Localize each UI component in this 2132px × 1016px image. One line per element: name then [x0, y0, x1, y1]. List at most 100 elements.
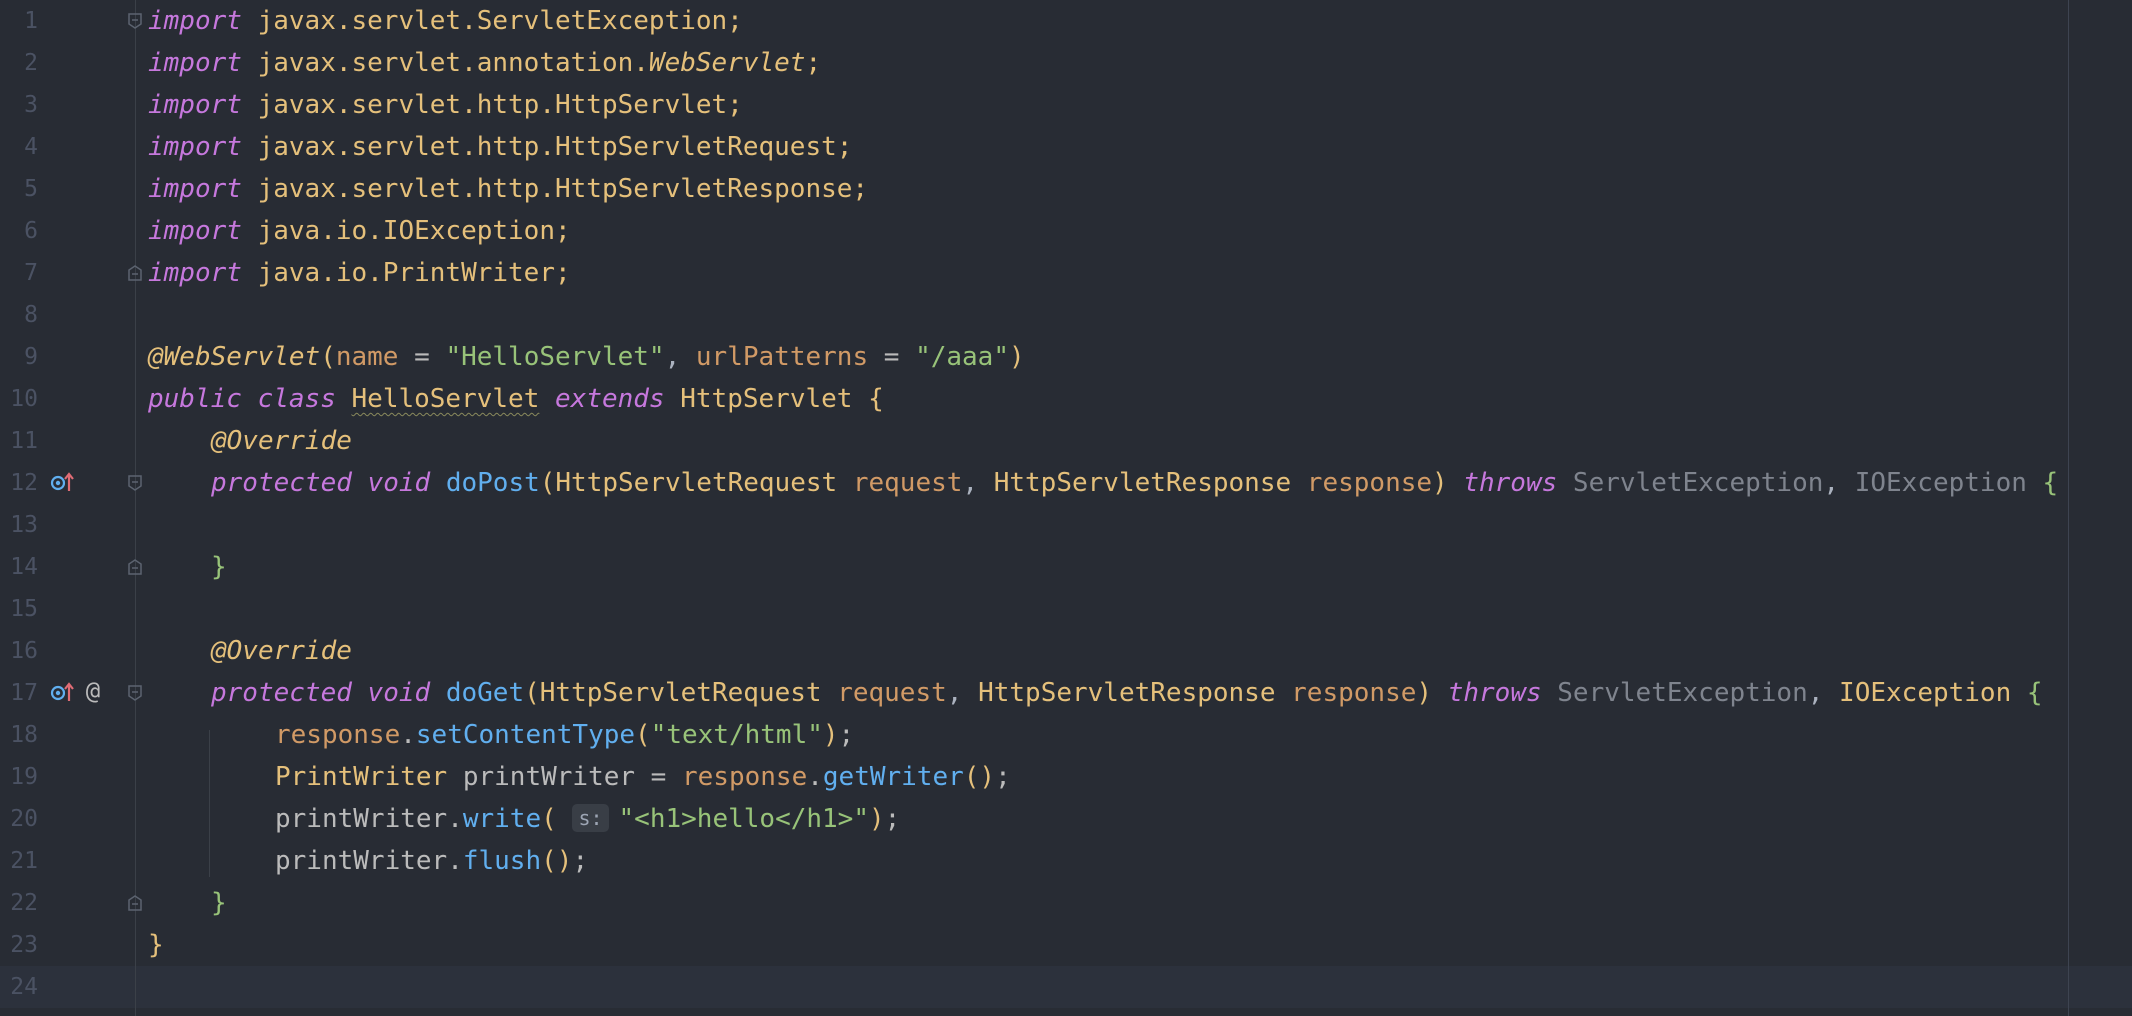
code-line[interactable]: PrintWriter printWriter = response.getWr… — [275, 756, 1011, 798]
keyword: import — [148, 132, 242, 162]
line-number[interactable]: 6 — [0, 210, 38, 252]
line-number[interactable]: 24 — [0, 966, 38, 1008]
paren: ) — [1416, 678, 1433, 708]
line-number[interactable]: 13 — [0, 504, 38, 546]
override-up-icon[interactable] — [50, 470, 74, 494]
line-number[interactable]: 12 — [0, 462, 38, 504]
comma: , — [1807, 678, 1840, 708]
method-call: flush — [462, 846, 542, 876]
type: HttpServletResponse — [993, 468, 1292, 498]
paren: ( — [635, 720, 651, 750]
code-line[interactable]: import java.io.IOException; — [148, 210, 571, 252]
import-path: java.io.PrintWriter; — [257, 258, 571, 288]
dot: . — [400, 720, 416, 750]
annotation: @WebServlet — [148, 342, 321, 372]
code-line[interactable]: @WebServlet(name = "HelloServlet", urlPa… — [148, 336, 1025, 378]
line-number[interactable]: 2 — [0, 42, 38, 84]
line-number[interactable]: 18 — [0, 714, 38, 756]
class-name: HelloServlet — [351, 384, 540, 414]
brace: { — [868, 384, 884, 414]
code-line[interactable]: protected void doGet(HttpServletRequest … — [211, 672, 2043, 714]
line-number[interactable]: 7 — [0, 252, 38, 294]
code-line[interactable]: response.setContentType("text/html"); — [275, 714, 854, 756]
fold-icon[interactable] — [127, 559, 143, 575]
code-line[interactable]: import javax.servlet.http.HttpServlet; — [148, 84, 743, 126]
variable: printWriter — [275, 804, 448, 834]
keyword: import — [148, 90, 242, 120]
code-line[interactable]: public class HelloServlet extends HttpSe… — [148, 378, 884, 420]
code-line[interactable]: @Override — [211, 630, 352, 672]
annotation-param: urlPatterns — [695, 342, 869, 372]
paren: ( — [539, 468, 556, 498]
brace: { — [2042, 468, 2059, 498]
method-call: setContentType — [415, 720, 636, 750]
comma: , — [962, 468, 994, 498]
paren: ) — [1432, 468, 1448, 498]
line-number[interactable]: 20 — [0, 798, 38, 840]
line-number[interactable]: 17 — [0, 672, 38, 714]
code-line[interactable]: @Override — [211, 420, 352, 462]
override-up-icon[interactable] — [50, 680, 74, 704]
import-path: javax.servlet.http.HttpServlet; — [257, 90, 743, 120]
import-path: java.io.IOException; — [257, 216, 571, 246]
exception-type: IOException — [1839, 678, 2012, 708]
line-number[interactable]: 3 — [0, 84, 38, 126]
line-number[interactable]: 23 — [0, 924, 38, 966]
code-line[interactable]: import java.io.PrintWriter; — [148, 252, 571, 294]
code-line[interactable]: } — [211, 882, 227, 924]
line-number[interactable]: 16 — [0, 630, 38, 672]
dot: . — [447, 846, 463, 876]
line-number[interactable]: 22 — [0, 882, 38, 924]
keyword: extends — [555, 384, 665, 414]
right-margin-guide — [2068, 0, 2069, 1016]
line-number[interactable]: 21 — [0, 840, 38, 882]
fold-icon[interactable] — [127, 685, 143, 701]
variable: printWriter — [275, 846, 448, 876]
method-call: getWriter — [822, 762, 964, 792]
code-line[interactable]: import javax.servlet.http.HttpServletReq… — [148, 126, 852, 168]
keyword: class — [257, 384, 336, 414]
dot: . — [447, 804, 463, 834]
code-line[interactable]: printWriter.write( s: "<h1>hello</h1>"); — [275, 798, 900, 840]
fold-icon[interactable] — [127, 475, 143, 491]
dot: . — [807, 762, 823, 792]
keyword: protected — [211, 678, 352, 708]
code-line[interactable]: protected void doPost(HttpServletRequest… — [211, 462, 2058, 504]
method-name: doGet — [445, 678, 525, 708]
line-number[interactable]: 1 — [0, 0, 38, 42]
web-mapping-at-icon[interactable]: @ — [82, 676, 104, 706]
keyword: import — [148, 258, 242, 288]
current-line-highlight — [0, 966, 2132, 1008]
keyword: void — [367, 678, 431, 708]
semicolon: ; — [572, 846, 589, 876]
keyword: import — [148, 216, 242, 246]
exception-type: ServletException — [1557, 678, 1808, 708]
type: HttpServletRequest — [555, 468, 838, 498]
code-editor[interactable]: 1 2 3 4 5 6 7 8 9 10 11 12 13 14 15 16 1… — [0, 0, 2132, 1016]
code-line[interactable]: printWriter.flush(); — [275, 840, 588, 882]
parameter: request — [837, 678, 947, 708]
code-line[interactable]: import javax.servlet.annotation.WebServl… — [148, 42, 821, 84]
line-number[interactable]: 11 — [0, 420, 38, 462]
paren: () — [541, 846, 573, 876]
line-number[interactable]: 19 — [0, 756, 38, 798]
fold-icon[interactable] — [127, 265, 143, 281]
keyword: import — [148, 174, 242, 204]
code-line[interactable]: } — [211, 546, 227, 588]
keyword: throws — [1463, 468, 1558, 498]
fold-icon[interactable] — [127, 895, 143, 911]
line-number[interactable]: 4 — [0, 126, 38, 168]
line-number[interactable]: 10 — [0, 378, 38, 420]
line-number[interactable]: 9 — [0, 336, 38, 378]
line-number[interactable]: 15 — [0, 588, 38, 630]
brace: } — [211, 552, 227, 582]
line-number[interactable]: 8 — [0, 294, 38, 336]
code-line[interactable]: import javax.servlet.ServletException; — [148, 0, 743, 42]
fold-icon[interactable] — [127, 13, 143, 29]
import-path: javax.servlet.http.HttpServletRequest; — [257, 132, 853, 162]
gutter-separator — [135, 0, 136, 1016]
code-line[interactable]: import javax.servlet.http.HttpServletRes… — [148, 168, 868, 210]
code-line[interactable]: } — [148, 924, 164, 966]
line-number[interactable]: 5 — [0, 168, 38, 210]
line-number[interactable]: 14 — [0, 546, 38, 588]
